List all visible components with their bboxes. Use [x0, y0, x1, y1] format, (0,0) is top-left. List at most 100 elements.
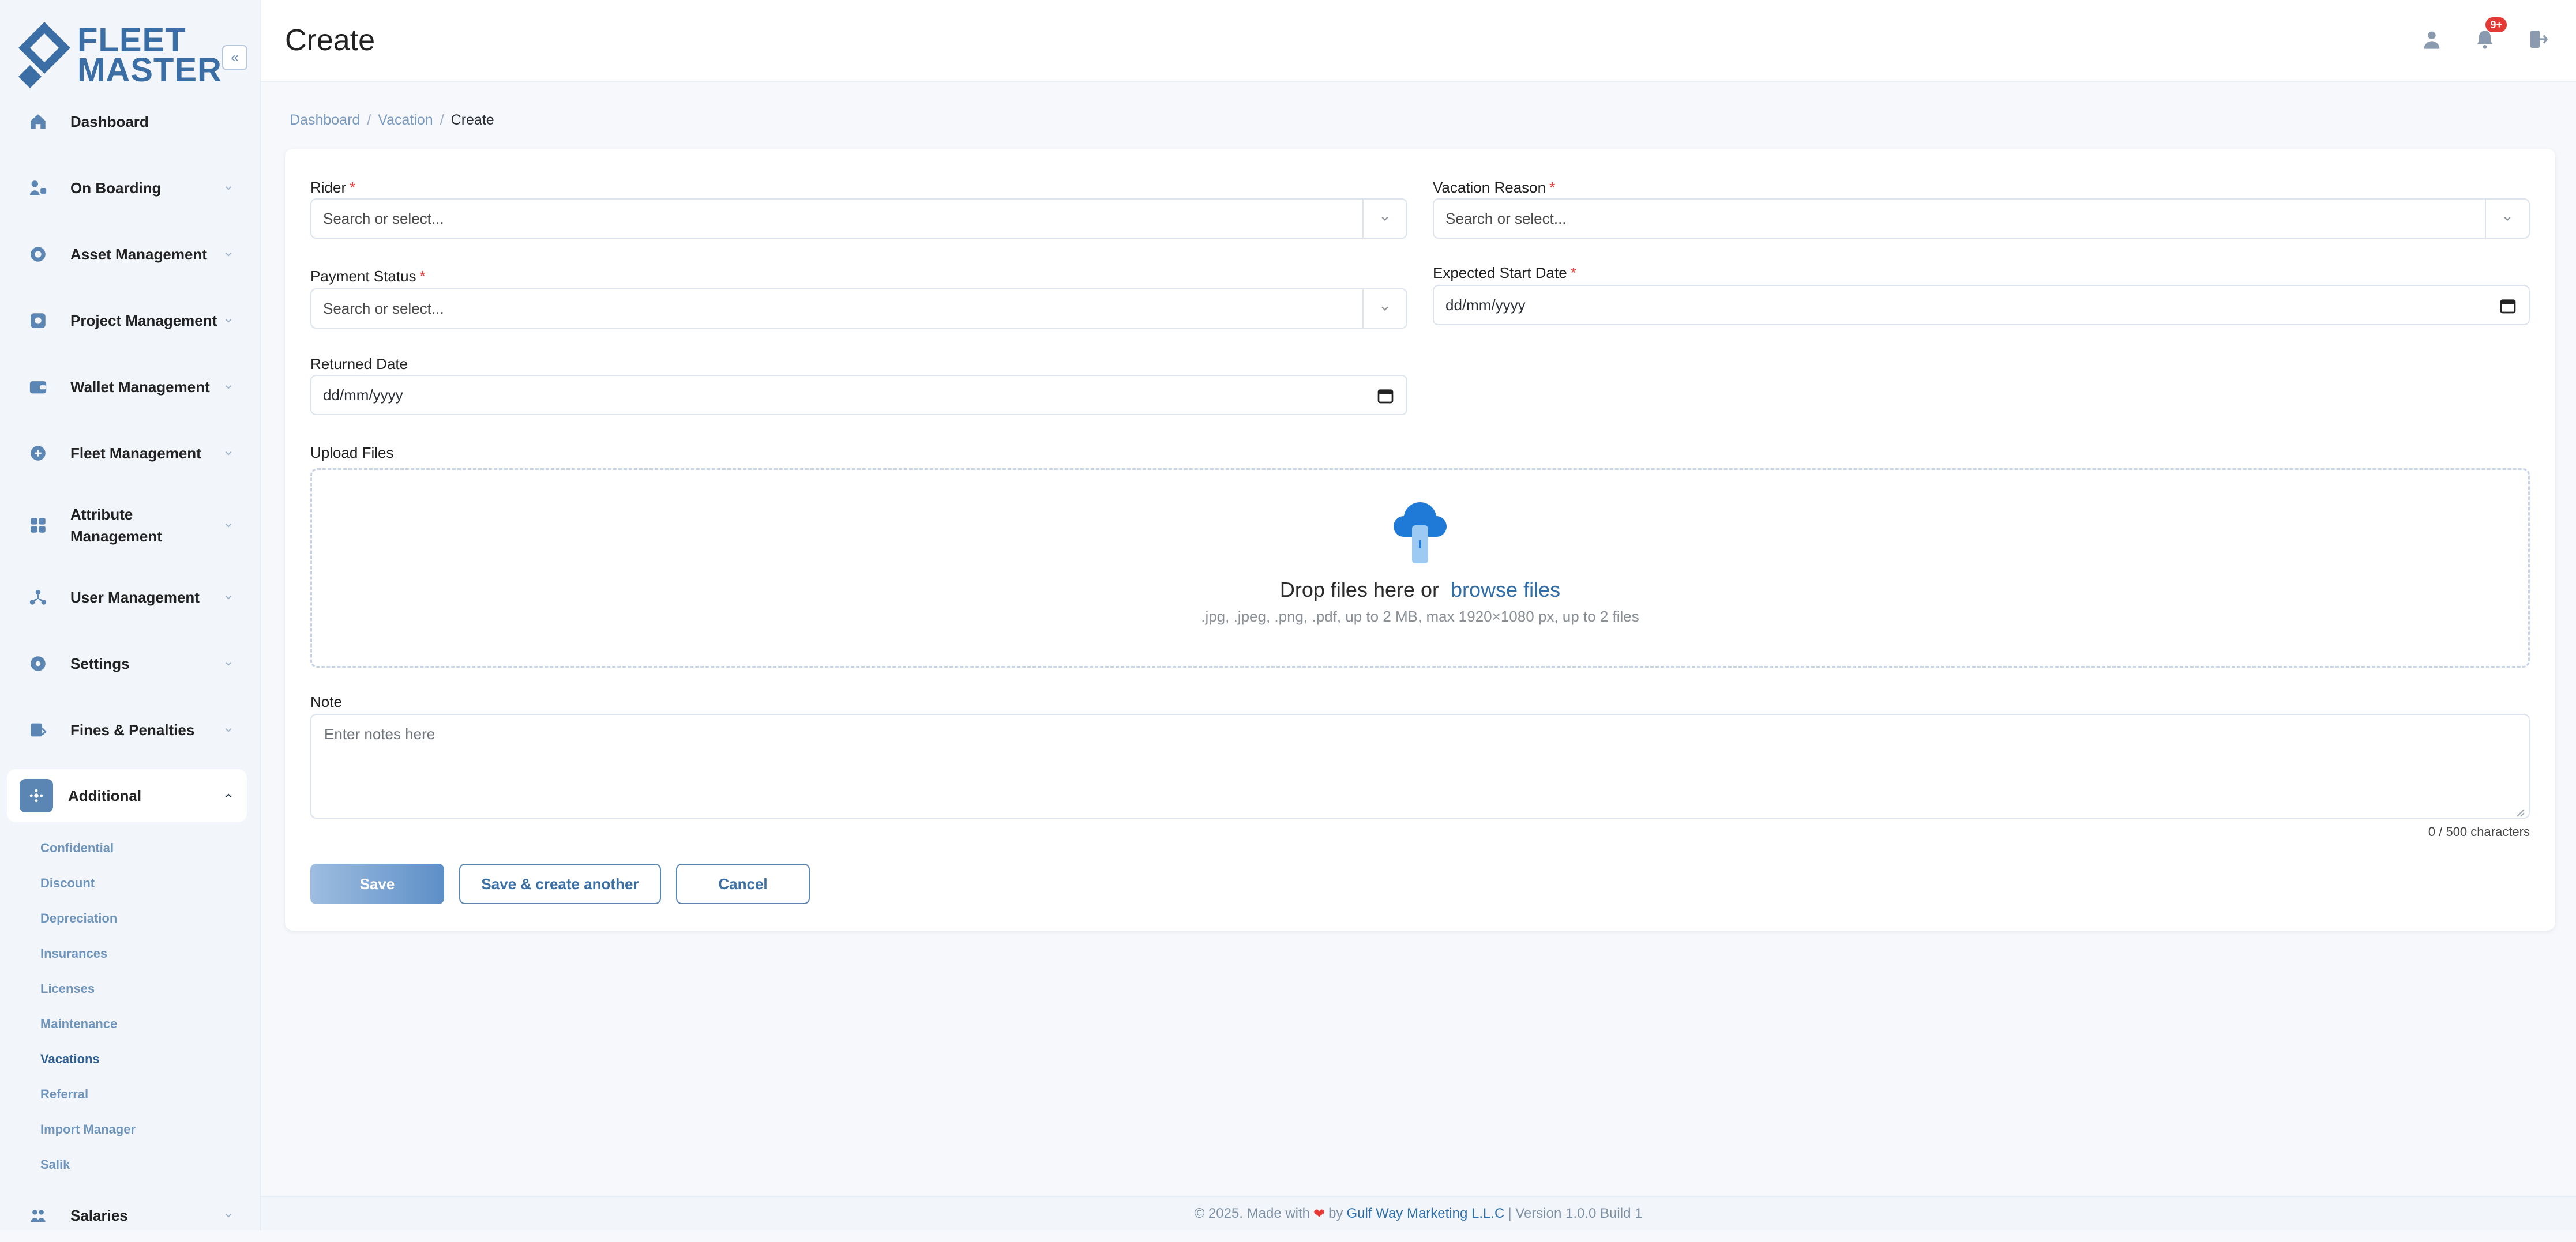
dropzone-help-text: .jpg, .jpeg, .png, .pdf, up to 2 MB, max… [1201, 608, 1639, 625]
sidebar-item-label: Project Management [70, 312, 217, 329]
rider-label: Rider * [310, 179, 356, 196]
chevron-down-icon [220, 246, 236, 262]
sidebar-collapse-button[interactable]: « [222, 45, 247, 70]
sidebar-item-project-management[interactable]: Project Management [7, 294, 247, 347]
footer-prefix: © 2025. Made with [1194, 1206, 1310, 1221]
note-label: Note [310, 693, 342, 710]
double-chevron-left-icon: « [231, 50, 239, 65]
app-title: FLEET MASTER [77, 24, 222, 87]
onboarding-icon [27, 176, 50, 200]
cloud-upload-icon [1394, 502, 1447, 563]
fleet-master-logo-icon [18, 22, 70, 88]
dropzone-instruction: Drop files here or [1279, 578, 1440, 601]
file-dropzone[interactable]: Drop files here or browse files .jpg, .j… [310, 468, 2530, 668]
sidebar-item-label: Attribute Management [70, 506, 162, 545]
sidebar-item-asset-management[interactable]: Asset Management [7, 228, 247, 281]
chevron-up-icon [220, 788, 236, 804]
sidebar-item-dashboard[interactable]: Dashboard [7, 95, 247, 148]
browse-files-link[interactable]: browse files [1451, 578, 1560, 601]
subnav-item-licenses[interactable]: Licenses [40, 971, 248, 1006]
note-placeholder: Enter notes here [324, 725, 435, 743]
notification-badge: 9+ [2485, 17, 2507, 32]
subnav-item-insurances[interactable]: Insurances [40, 936, 248, 971]
sidebar-item-label: Fleet Management [70, 445, 201, 462]
chevron-down-icon [220, 1207, 236, 1224]
sidebar-item-attribute-management[interactable]: Attribute Management [7, 499, 247, 552]
chevron-down-icon [220, 313, 236, 329]
subnav-item-confidential[interactable]: Confidential [40, 830, 248, 865]
subnav-item-discount[interactable]: Discount [40, 865, 248, 901]
resize-handle-icon[interactable] [2515, 804, 2525, 817]
heart-icon: ❤ [1313, 1206, 1325, 1222]
notification-bell-icon[interactable]: 9+ [2470, 17, 2507, 54]
chevron-down-icon [220, 589, 236, 605]
footer-by: by [1328, 1206, 1343, 1221]
additional-icon [20, 779, 53, 812]
sidebar-item-label: Settings [70, 655, 130, 672]
cancel-button[interactable]: Cancel [676, 864, 810, 904]
vacation-reason-label: Vacation Reason * [1433, 179, 1556, 196]
footer-version: | Version 1.0.0 Build 1 [1508, 1206, 1643, 1221]
footer-company-link[interactable]: Gulf Way Marketing L.L.C [1347, 1206, 1505, 1222]
sidebar-item-user-management[interactable]: User Management [7, 571, 247, 624]
save-create-another-button[interactable]: Save & create another [459, 864, 661, 904]
project-icon [27, 309, 50, 332]
returned-date-input[interactable]: dd/mm/yyyy [310, 375, 1407, 415]
sidebar-item-label: Dashboard [70, 113, 149, 130]
subnav-item-maintenance[interactable]: Maintenance [40, 1006, 248, 1041]
rider-select[interactable]: Search or select... [310, 198, 1407, 239]
wallet-icon [27, 375, 50, 398]
payment-status-select[interactable]: Search or select... [310, 288, 1407, 329]
app-logo: FLEET MASTER [18, 22, 221, 92]
subnav-item-import-manager[interactable]: Import Manager [40, 1112, 248, 1147]
create-vacation-form: Rider * Search or select... Vacation Reas… [285, 149, 2555, 931]
logout-icon[interactable] [2523, 24, 2553, 54]
sidebar-item-salaries[interactable]: Salaries [7, 1189, 247, 1242]
expected-start-date-input[interactable]: dd/mm/yyyy [1433, 285, 2530, 325]
upload-files-label: Upload Files [310, 444, 394, 461]
sidebar-item-label: Salaries [70, 1207, 128, 1224]
chevron-down-icon [220, 722, 236, 738]
breadcrumb-separator: / [367, 112, 371, 128]
calendar-icon[interactable] [1376, 386, 1395, 405]
sidebar: FLEET MASTER « Dashboard On Boarding Ass… [0, 0, 261, 1230]
chevron-down-icon [1362, 289, 1406, 328]
sidebar-item-additional[interactable]: Additional [7, 769, 247, 822]
breadcrumb-item-dashboard[interactable]: Dashboard [290, 112, 360, 129]
breadcrumb-item-vacation[interactable]: Vacation [378, 112, 433, 129]
breadcrumb: Dashboard / Vacation / Create [290, 112, 494, 129]
expected-start-date-label: Expected Start Date * [1433, 264, 1576, 281]
calendar-icon[interactable] [2499, 296, 2517, 315]
header-actions: 9+ [2417, 17, 2553, 57]
vacation-reason-select[interactable]: Search or select... [1433, 198, 2530, 239]
sidebar-item-label: On Boarding [70, 179, 162, 197]
returned-date-value: dd/mm/yyyy [323, 386, 403, 404]
chevron-down-icon [220, 517, 236, 533]
user-icon[interactable] [2417, 24, 2447, 54]
dropzone-content: Drop files here or browse files .jpg, .j… [312, 502, 2528, 626]
sidebar-item-label: Additional [68, 787, 142, 804]
sidebar-item-settings[interactable]: Settings [7, 637, 247, 690]
subnav-item-referral[interactable]: Referral [40, 1077, 248, 1112]
salaries-icon [27, 1204, 50, 1227]
expected-start-date-value: dd/mm/yyyy [1445, 296, 1526, 314]
sidebar-item-on-boarding[interactable]: On Boarding [7, 161, 247, 214]
subnav-item-salik[interactable]: Salik [40, 1147, 248, 1182]
vacation-reason-placeholder: Search or select... [1445, 209, 1567, 227]
chevron-down-icon [220, 379, 236, 395]
page-title: Create [285, 24, 375, 57]
top-header: Create 9+ [261, 0, 2576, 82]
home-icon [27, 110, 50, 133]
subnav-item-depreciation[interactable]: Depreciation [40, 901, 248, 936]
save-button[interactable]: Save [310, 864, 444, 904]
chevron-down-icon [220, 656, 236, 672]
gear-icon [27, 652, 50, 675]
users-icon [27, 586, 50, 609]
note-textarea[interactable]: Enter notes here [310, 714, 2530, 819]
sidebar-item-fines-penalties[interactable]: Fines & Penalties [7, 703, 247, 757]
breadcrumb-item-create: Create [450, 112, 494, 128]
subnav-item-vacations[interactable]: Vacations [40, 1041, 248, 1077]
sidebar-item-wallet-management[interactable]: Wallet Management [7, 360, 247, 413]
asset-icon [27, 243, 50, 266]
sidebar-item-fleet-management[interactable]: Fleet Management [7, 427, 247, 480]
